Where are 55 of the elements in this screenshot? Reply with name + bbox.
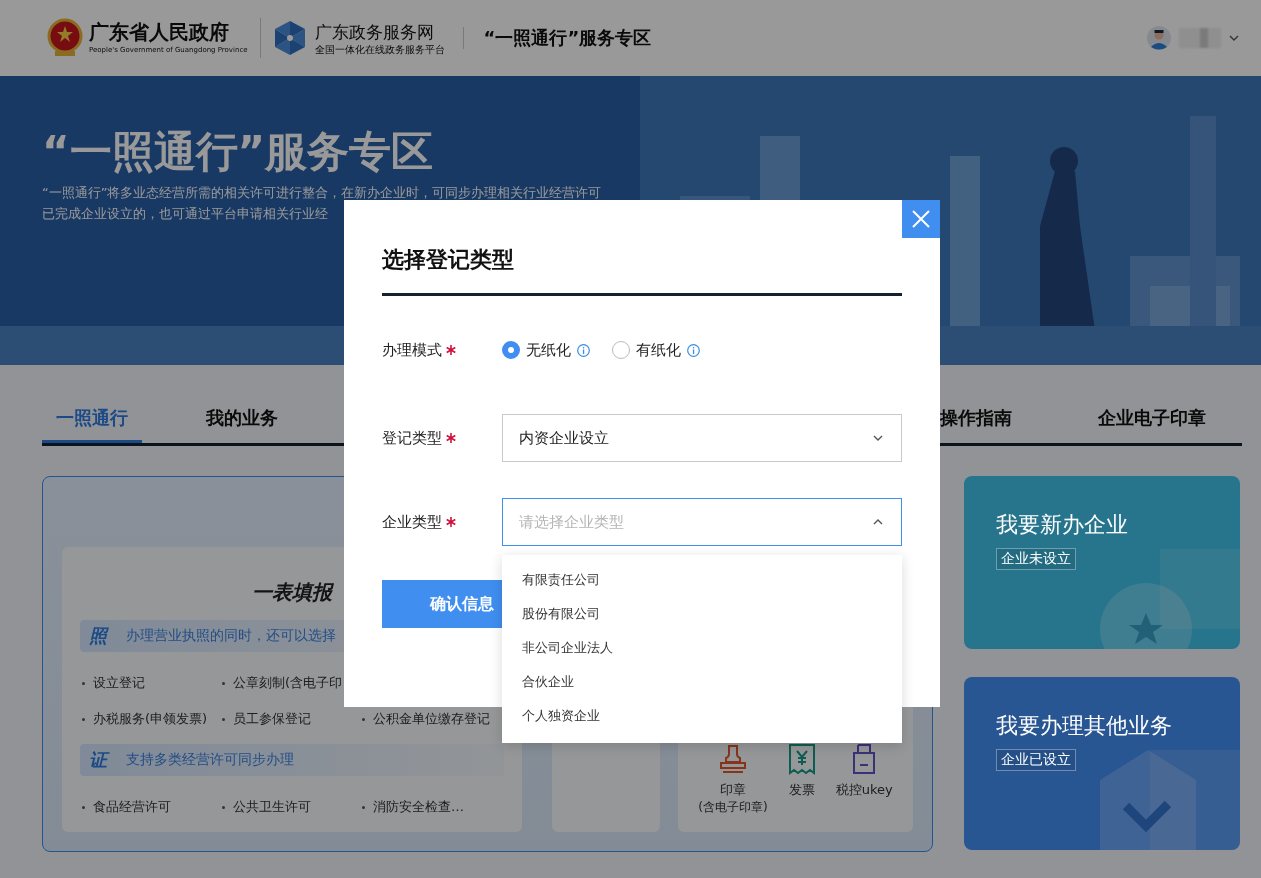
service-item: 公章刻制(含电子印	[233, 674, 343, 692]
select-field[interactable]: 内资企业设立	[502, 414, 902, 462]
service-item: 食品经营许可	[93, 798, 171, 816]
tab[interactable]: 企业电子印章	[1082, 403, 1222, 443]
service-item: 设立登记	[93, 674, 145, 692]
status-tag: 企业已设立	[996, 749, 1076, 771]
avatar-icon	[1147, 26, 1171, 50]
entry-title: 我要办理其他业务	[996, 712, 1173, 740]
caret-down-icon	[873, 435, 883, 441]
section-text: 支持多类经营许可同步办理	[125, 751, 294, 769]
caret-up-icon	[873, 519, 883, 525]
tab[interactable]: 操作指南	[940, 403, 1012, 443]
material-note: (含电子印章)	[698, 799, 768, 816]
service-item: 办税服务(申领发票)	[93, 710, 208, 728]
radio-label: 无纸化	[526, 340, 571, 360]
form-title: 一表填报	[252, 579, 332, 606]
section-letter: 证	[80, 748, 116, 772]
dialog-title: 选择登记类型	[382, 246, 515, 274]
entry-title: 我要新办企业	[996, 511, 1129, 539]
entry-card[interactable]: 我要新办企业 企业未设立	[964, 476, 1240, 649]
hero-description-line: “一照通行”将多业态经营所需的相关许可进行整合，在新办企业时，可同步办理相关行业经营许可	[42, 184, 602, 202]
hero-title: “一照通行”服务专区	[42, 126, 435, 178]
entry-card[interactable]: 我要办理其他业务 企业已设立	[964, 677, 1240, 850]
dropdown-option[interactable]: 非公司企业法人	[502, 631, 902, 665]
portal-name: 广东政务服务网	[314, 20, 435, 43]
service-item: 公共卫生许可	[233, 798, 311, 816]
blurred-name	[1179, 28, 1221, 48]
field-label: 办理模式	[382, 340, 442, 360]
hero-description-line: 已完成企业设立的，也可通过平台申请相关行业经	[42, 205, 328, 223]
radio-label: 有纸化	[636, 340, 681, 360]
section-letter: 照	[88, 624, 110, 648]
zone-title: “一照通行”服务专区	[483, 26, 652, 50]
caret-down-icon	[1229, 35, 1239, 41]
dropdown-option[interactable]: 个人独资企业	[502, 699, 902, 733]
field-label: 登记类型	[382, 428, 442, 448]
emblem-icon	[47, 18, 83, 58]
info-icon	[577, 343, 590, 357]
material-label: 印章	[720, 781, 746, 799]
gov-name: 广东省人民政府	[89, 20, 230, 44]
material-label: 发票	[788, 781, 815, 799]
info-icon	[687, 343, 700, 357]
close-button[interactable]	[902, 200, 940, 238]
close-icon	[912, 210, 930, 228]
dropdown-option[interactable]: 合伙企业	[502, 665, 902, 699]
material-label: 税控ukey	[835, 781, 893, 799]
service-item: 公积金单位缴存登记	[373, 710, 490, 728]
service-item: 消防安全检查…	[373, 798, 464, 816]
section-text: 办理营业执照的同时，还可以选择	[125, 627, 336, 645]
radio-button[interactable]	[612, 341, 630, 359]
field-label: 企业类型	[382, 512, 442, 532]
status-tag: 企业未设立	[996, 548, 1076, 570]
portal-subtitle: 全国一体化在线政务服务平台	[314, 42, 445, 56]
radio-button[interactable]	[502, 341, 520, 359]
tab[interactable]: 我的业务	[192, 403, 292, 443]
service-item: 员工参保登记	[233, 710, 311, 728]
